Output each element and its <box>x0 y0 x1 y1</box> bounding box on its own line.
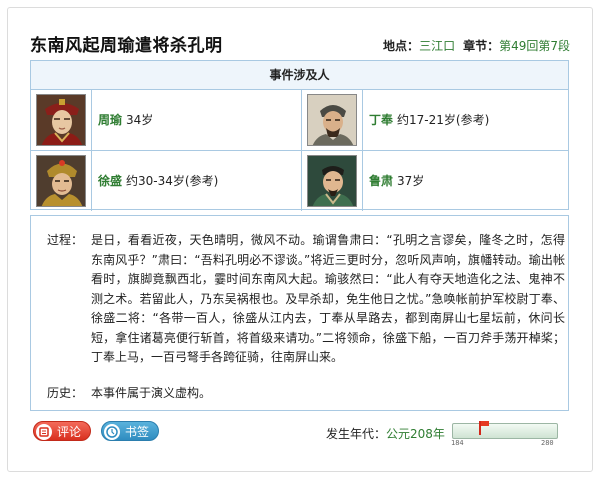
chapter-label: 章节： <box>463 39 500 53</box>
history-label: 历史： <box>47 386 84 400</box>
person-age: 约30-34岁(参考) <box>126 174 219 188</box>
person-name-link[interactable]: 周瑜 <box>98 113 122 127</box>
chapter-link[interactable]: 第49回第7段 <box>499 39 570 53</box>
person-cell: 周瑜 34岁 <box>31 90 301 150</box>
person-name-link[interactable]: 丁奉 <box>369 113 393 127</box>
timeline-min-label: 184 <box>451 439 464 447</box>
year-label: 发生年代： <box>326 427 387 441</box>
person-name-link[interactable]: 鲁肃 <box>369 174 393 188</box>
history-text: 本事件属于演义虚构。 <box>91 386 212 400</box>
people-header: 事件涉及人 <box>31 61 568 90</box>
person-age: 34岁 <box>126 113 154 127</box>
general-portrait-icon[interactable] <box>36 155 86 207</box>
location-label: 地点： <box>383 39 420 53</box>
comment-icon <box>36 424 52 440</box>
person-info: 徐盛 约30-34岁(参考) <box>98 172 218 189</box>
timeline-max-label: 280 <box>541 439 554 447</box>
location-link[interactable]: 三江口 <box>419 39 455 53</box>
process-label: 过程： <box>47 233 84 247</box>
process-text: 是日，看看近夜，天色晴明，微风不动。瑜谓鲁肃曰：“孔明之言谬矣，隆冬之时，怎得东… <box>91 233 565 364</box>
people-table: 事件涉及人 周瑜 34岁 丁奉 约17-21岁(参考) 徐盛 约30-34岁(参… <box>30 60 570 211</box>
elder-portrait-icon[interactable] <box>307 94 357 146</box>
bookmark-label: 书签 <box>125 425 150 439</box>
year-timeline-slider[interactable] <box>452 421 558 439</box>
comment-label: 评论 <box>57 425 82 439</box>
year-value: 公元208年 <box>386 427 445 441</box>
flag-icon <box>481 421 489 426</box>
person-info: 鲁肃 37岁 <box>369 172 424 189</box>
person-cell: 丁奉 约17-21岁(参考) <box>301 90 570 150</box>
warrior-portrait-icon[interactable] <box>36 94 86 146</box>
person-age: 约17-21岁(参考) <box>397 113 490 127</box>
person-cell: 徐盛 约30-34岁(参考) <box>31 151 301 211</box>
year-display: 发生年代：公元208年 <box>326 425 445 442</box>
person-cell: 鲁肃 37岁 <box>301 151 570 211</box>
event-meta: 地点：三江口 章节：第49回第7段 <box>383 37 570 54</box>
comment-button[interactable]: 评论 <box>33 421 91 441</box>
people-row: 徐盛 约30-34岁(参考) 鲁肃 37岁 <box>31 150 570 211</box>
person-age: 37岁 <box>397 174 425 188</box>
person-name-link[interactable]: 徐盛 <box>98 174 122 188</box>
person-info: 周瑜 34岁 <box>98 111 153 128</box>
person-info: 丁奉 约17-21岁(参考) <box>369 111 489 128</box>
scholar-portrait-icon[interactable] <box>307 155 357 207</box>
people-row: 周瑜 34岁 丁奉 约17-21岁(参考) <box>31 90 568 150</box>
event-title: 东南风起周瑜遣将杀孔明 <box>30 36 223 56</box>
bookmark-button[interactable]: 书签 <box>101 421 159 441</box>
bookmark-icon <box>104 424 120 440</box>
event-description: 过程： 是日，看看近夜，天色晴明，微风不动。瑜谓鲁肃曰：“孔明之言谬矣，隆冬之时… <box>30 215 569 411</box>
